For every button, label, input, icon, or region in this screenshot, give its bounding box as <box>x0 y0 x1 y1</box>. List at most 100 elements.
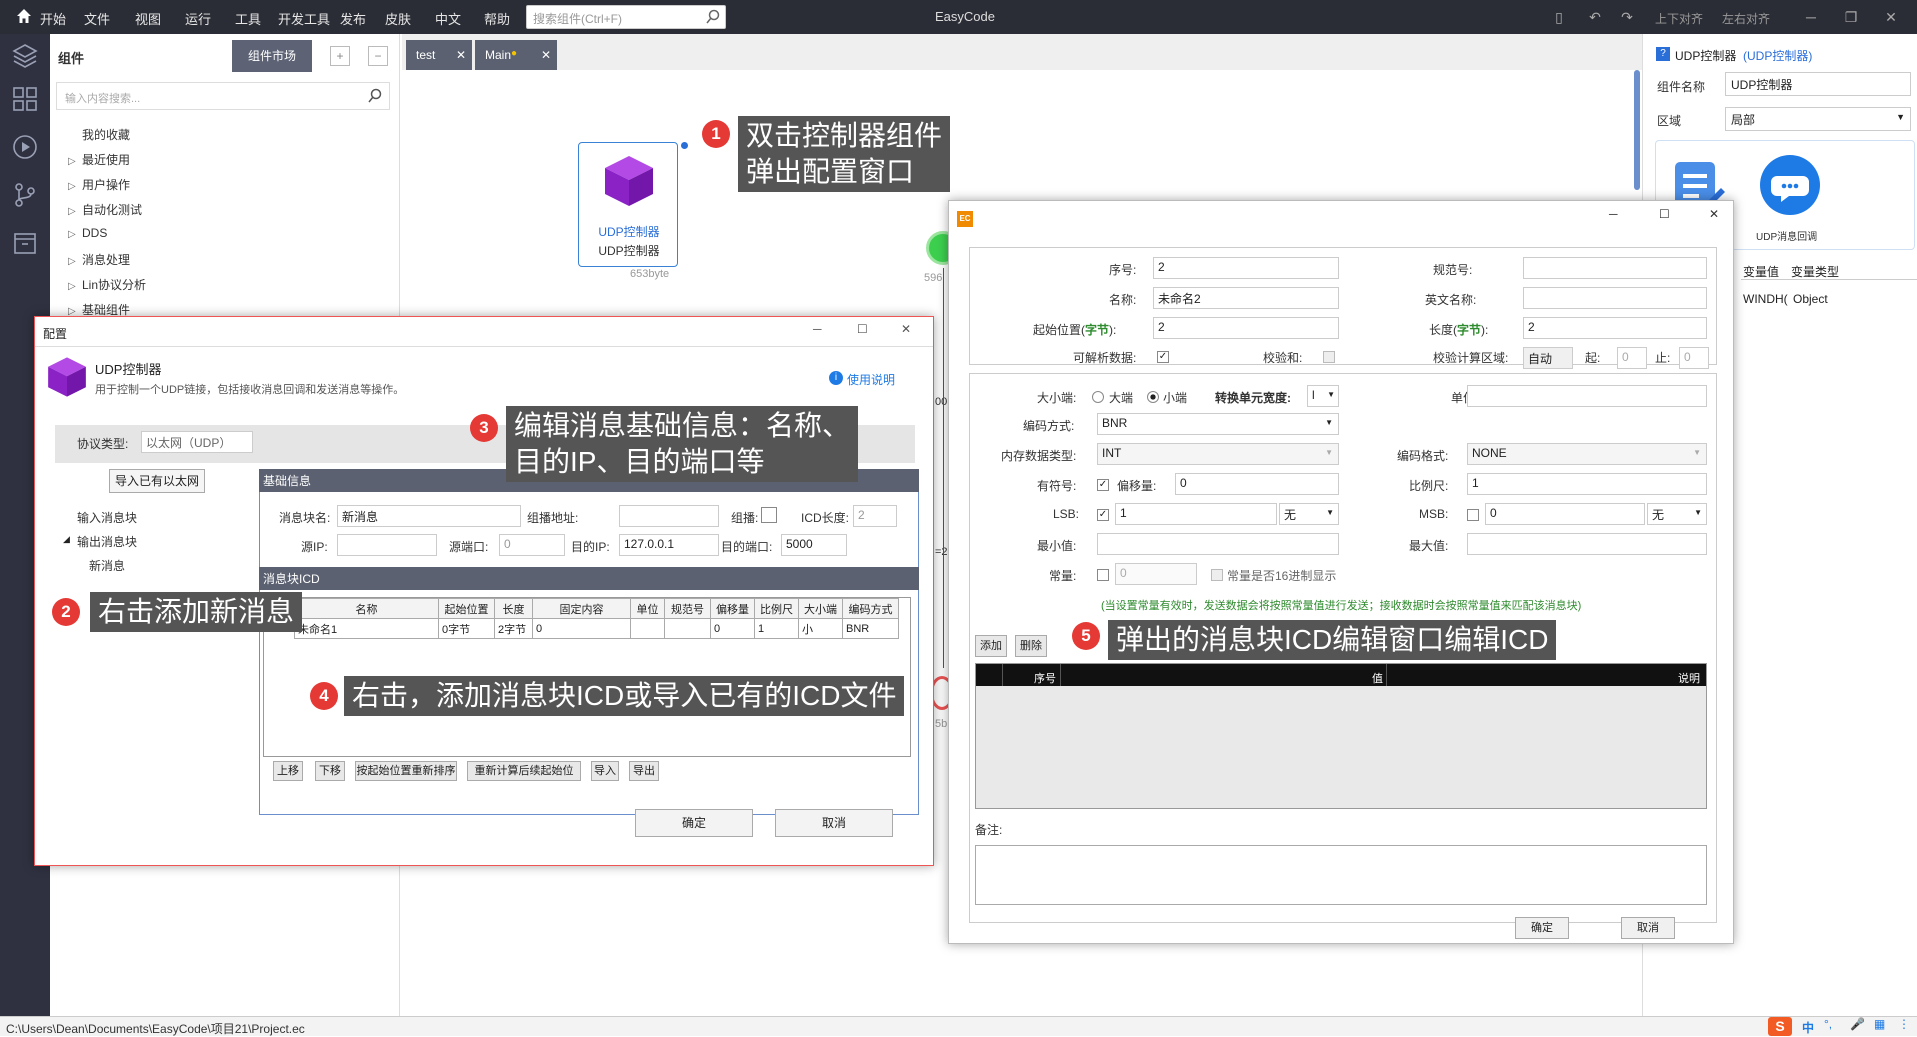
delete-row-button[interactable]: 删除 <box>1015 635 1047 657</box>
move-up-button[interactable]: 上移 <box>273 761 303 781</box>
dest-port-input[interactable]: 5000 <box>781 534 847 556</box>
component-market-button[interactable]: 组件市场 <box>232 40 312 72</box>
search-icon[interactable] <box>705 9 721 28</box>
close-icon[interactable]: ✕ <box>1880 6 1902 28</box>
col-header[interactable]: 比例尺 <box>754 598 799 619</box>
search-icon[interactable] <box>367 88 383 107</box>
play-icon[interactable] <box>12 134 38 160</box>
grid-col-seq[interactable]: 序号 <box>1034 670 1056 686</box>
max-input[interactable] <box>1467 533 1707 555</box>
min-input[interactable] <box>1097 533 1339 555</box>
tree-item-automation[interactable]: ▷ 自动化测试 <box>68 201 142 218</box>
tree-item-recent[interactable]: ▷ 最近使用 <box>68 151 130 168</box>
skin-icon[interactable]: ⋮ <box>1898 1017 1910 1031</box>
keyboard-icon[interactable]: ▦ <box>1874 1017 1885 1031</box>
msb-unit-select[interactable]: 无 ▼ <box>1647 503 1707 525</box>
unit-input[interactable] <box>1467 385 1707 407</box>
tree-item-user-ops[interactable]: ▷ 用户操作 <box>68 176 130 193</box>
menu-tools[interactable]: 工具 <box>235 9 261 28</box>
name-input[interactable]: 未命名2 <box>1153 287 1339 309</box>
col-header[interactable]: 大小端 <box>798 598 843 619</box>
component-name-field[interactable]: UDP控制器 <box>1725 72 1911 96</box>
export-button[interactable]: 导出 <box>629 761 659 781</box>
import-ethernet-button[interactable]: 导入已有以太网 <box>109 469 205 493</box>
msb-checkbox[interactable] <box>1467 509 1479 521</box>
expand-arrow-icon[interactable]: ◢ <box>63 534 70 545</box>
little-endian-radio[interactable] <box>1147 391 1159 403</box>
tree-item-favorites[interactable]: 我的收藏 <box>82 126 130 143</box>
tree-item-message[interactable]: ▷ 消息处理 <box>68 251 130 268</box>
branch-icon[interactable] <box>12 182 38 208</box>
config-ok-button[interactable]: 确定 <box>635 809 753 837</box>
tree-new-message[interactable]: 新消息 <box>89 557 125 574</box>
maximize-icon[interactable]: ☐ <box>1659 207 1670 221</box>
component-search-input[interactable]: 搜索组件(Ctrl+F) <box>526 5 726 29</box>
menu-start[interactable]: 开始 <box>40 9 66 28</box>
grid-icon[interactable] <box>12 86 38 112</box>
block-name-input[interactable]: 新消息 <box>337 505 521 527</box>
minimize-icon[interactable]: ─ <box>813 322 822 336</box>
remark-textarea[interactable] <box>975 845 1707 905</box>
const-hex-checkbox[interactable] <box>1211 569 1223 581</box>
dest-ip-input[interactable]: 127.0.0.1 <box>619 534 719 556</box>
tab-main[interactable]: Main● ✕ <box>475 40 557 70</box>
menu-publish[interactable]: 发布 <box>340 9 366 28</box>
memory-type-select[interactable]: INT ▼ <box>1097 443 1339 465</box>
close-icon[interactable]: ✕ <box>541 48 551 62</box>
close-icon[interactable]: ✕ <box>456 48 466 62</box>
canvas-scrollbar[interactable] <box>1634 70 1640 190</box>
table-cell[interactable]: 0 <box>532 618 631 639</box>
scale-input[interactable]: 1 <box>1467 473 1707 495</box>
icd-ok-button[interactable]: 确定 <box>1515 917 1569 939</box>
table-cell[interactable]: 小 <box>798 618 843 639</box>
scope-select[interactable]: 局部 ▼ <box>1725 107 1911 131</box>
chat-bubble-icon[interactable] <box>1759 154 1821 219</box>
import-button[interactable]: 导入 <box>591 761 619 781</box>
menu-skin[interactable]: 皮肤 <box>385 9 411 28</box>
msb-input[interactable]: 0 <box>1485 503 1645 525</box>
col-header[interactable]: 长度 <box>494 598 533 619</box>
const-input[interactable]: 0 <box>1115 563 1197 585</box>
minimize-icon[interactable]: ─ <box>1609 207 1618 221</box>
value-grid[interactable]: 序号 值 说明 <box>975 663 1707 809</box>
punctuation-icon[interactable]: °, <box>1824 1017 1832 1031</box>
redo-icon[interactable]: ↷ <box>1616 6 1638 28</box>
resort-button[interactable]: 按起始位置重新排序 <box>355 761 457 781</box>
table-cell[interactable]: BNR <box>842 618 899 639</box>
layout-icon[interactable]: ▯ <box>1548 6 1570 28</box>
col-header[interactable]: 编码方式 <box>842 598 899 619</box>
col-header[interactable]: 名称 <box>294 598 439 619</box>
menu-run[interactable]: 运行 <box>185 9 211 28</box>
maximize-icon[interactable]: ☐ <box>857 322 868 336</box>
microphone-icon[interactable]: 🎤 <box>1850 1017 1865 1031</box>
start-position-input[interactable]: 2 <box>1153 317 1339 339</box>
checksum-checkbox[interactable] <box>1323 351 1335 363</box>
lsb-input[interactable]: 1 <box>1115 503 1277 525</box>
icd-cancel-button[interactable]: 取消 <box>1621 917 1675 939</box>
align-horizontal-button[interactable]: 左右对齐 <box>1722 10 1770 27</box>
undo-icon[interactable]: ↶ <box>1584 6 1606 28</box>
close-icon[interactable]: ✕ <box>1709 207 1719 221</box>
source-port-input[interactable]: 0 <box>499 534 565 556</box>
udp-controller-node[interactable]: UDP控制器 UDP控制器 <box>578 142 678 267</box>
collapse-all-button[interactable]: − <box>368 46 388 66</box>
multicast-checkbox[interactable] <box>761 507 777 523</box>
panel-search-input[interactable]: 输入内容搜索... <box>56 82 390 110</box>
protocol-select[interactable]: 以太网（UDP） <box>141 431 253 453</box>
minimize-icon[interactable]: ─ <box>1800 6 1822 28</box>
signed-checkbox[interactable]: ✓ <box>1097 479 1109 491</box>
table-row[interactable]: 未命名1 0字节 2字节 0 0 1 小 BNR <box>294 618 899 639</box>
table-cell[interactable]: 0字节 <box>438 618 495 639</box>
encoding-format-select[interactable]: NONE ▼ <box>1467 443 1707 465</box>
col-header[interactable]: 单位 <box>630 598 665 619</box>
english-name-input[interactable] <box>1523 287 1707 309</box>
menu-language[interactable]: 中文 <box>435 9 461 28</box>
tree-input-blocks[interactable]: 输入消息块 <box>77 509 137 526</box>
const-checkbox[interactable] <box>1097 569 1109 581</box>
big-endian-radio[interactable] <box>1092 391 1104 403</box>
ime-mode[interactable]: 中 <box>1802 1019 1814 1036</box>
add-row-button[interactable]: 添加 <box>975 635 1007 657</box>
col-header[interactable]: 规范号 <box>664 598 711 619</box>
align-vertical-button[interactable]: 上下对齐 <box>1655 10 1703 27</box>
table-cell[interactable] <box>630 618 665 639</box>
